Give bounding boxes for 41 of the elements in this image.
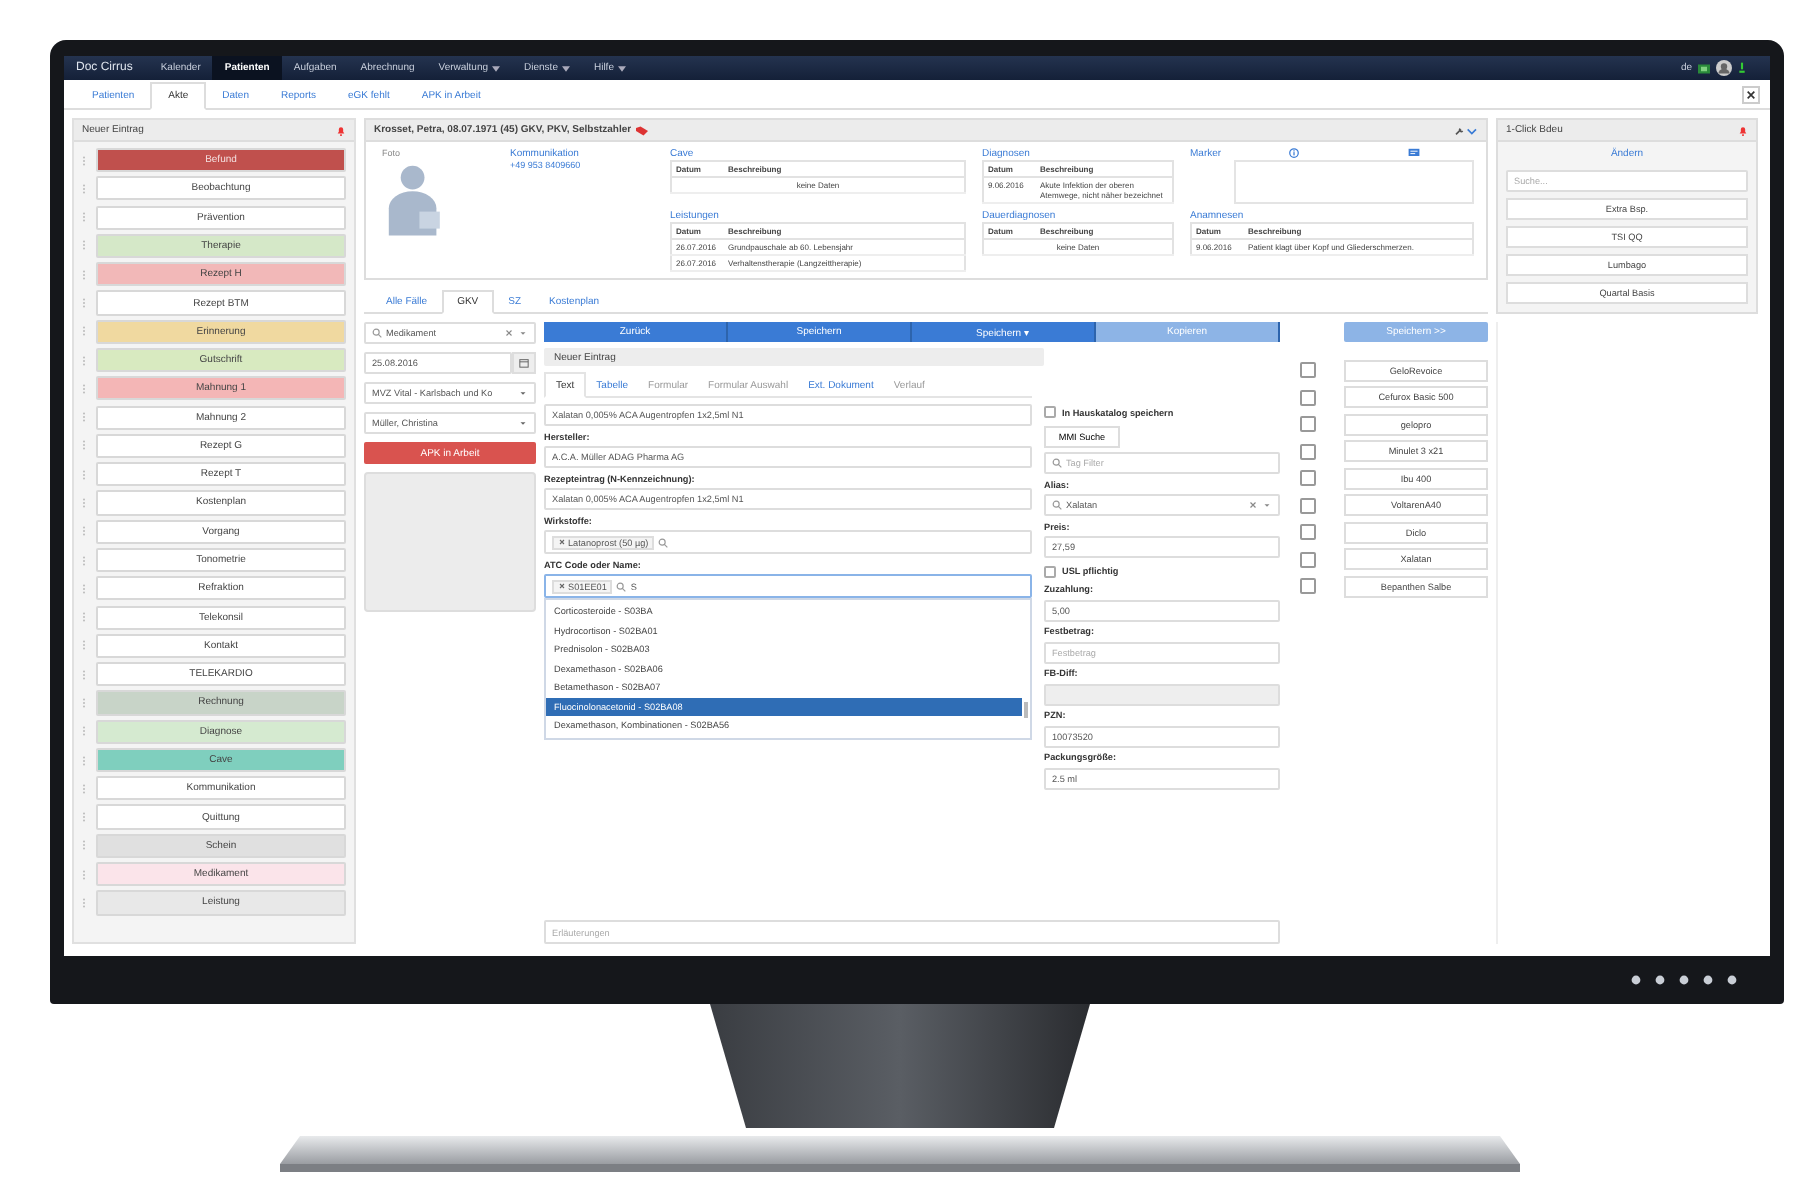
checkbox[interactable] <box>1044 406 1056 418</box>
search-icon <box>658 537 669 547</box>
checkbox[interactable] <box>1300 362 1316 378</box>
checkbox[interactable] <box>1300 470 1316 486</box>
caret-icon <box>1262 500 1272 510</box>
wrench-icon[interactable] <box>1454 125 1478 135</box>
close-button[interactable] <box>1742 86 1760 104</box>
remove-icon[interactable] <box>558 538 566 546</box>
flag-icon[interactable] <box>1698 63 1710 73</box>
tag-icon[interactable] <box>635 125 648 135</box>
search-icon <box>372 328 382 338</box>
bell-icon[interactable] <box>336 125 346 135</box>
search-icon <box>616 581 627 591</box>
info-icon[interactable] <box>1287 148 1300 158</box>
search-icon <box>1052 458 1062 468</box>
caret-icon <box>518 328 528 338</box>
checkbox[interactable] <box>1300 578 1316 594</box>
power-icon[interactable] <box>1738 62 1746 74</box>
caret-icon <box>518 418 528 428</box>
checkbox[interactable] <box>1300 443 1316 459</box>
checkbox[interactable] <box>1044 565 1056 577</box>
checkbox[interactable] <box>1300 551 1316 567</box>
checkbox[interactable] <box>1300 524 1316 540</box>
caret-icon <box>518 388 528 398</box>
checkbox[interactable] <box>1300 497 1316 513</box>
checkbox[interactable] <box>1300 389 1316 405</box>
calendar-button[interactable] <box>512 352 536 374</box>
user-avatar-icon[interactable] <box>1716 60 1732 76</box>
calendar-icon <box>518 358 530 368</box>
close-icon <box>1746 90 1756 100</box>
remove-icon[interactable] <box>558 582 566 590</box>
scrollbar[interactable] <box>1024 702 1028 718</box>
search-icon <box>1052 500 1062 510</box>
caret-icon <box>617 65 626 71</box>
message-icon[interactable] <box>1407 148 1420 158</box>
bell-icon[interactable] <box>1738 125 1748 135</box>
clear-icon[interactable] <box>504 328 514 338</box>
caret-icon <box>561 65 570 71</box>
clear-icon[interactable] <box>1248 500 1258 510</box>
caret-icon <box>492 65 501 71</box>
checkbox[interactable] <box>1300 416 1316 432</box>
